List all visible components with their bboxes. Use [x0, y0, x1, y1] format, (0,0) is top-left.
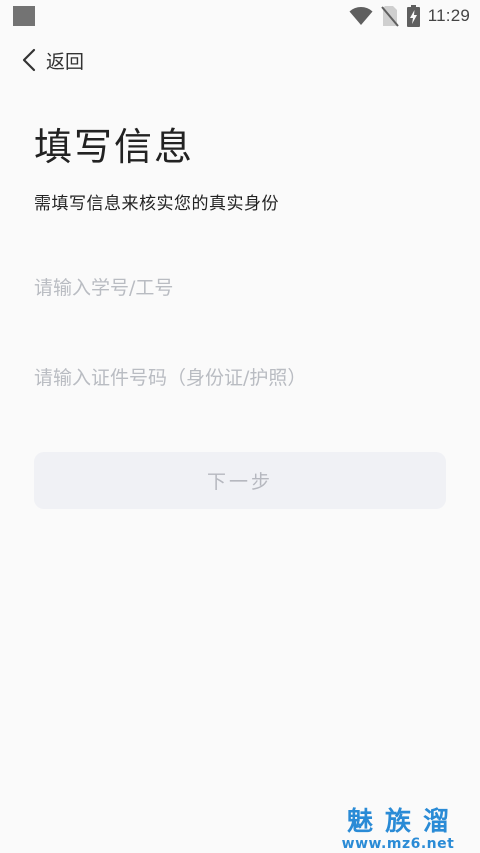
chevron-left-icon	[22, 48, 36, 72]
back-label: 返回	[46, 50, 85, 73]
watermark-text: 魅族溜	[346, 807, 461, 837]
notification-icon	[13, 6, 35, 26]
battery-charging-icon	[406, 5, 420, 27]
no-sim-icon	[380, 6, 399, 27]
wifi-icon	[349, 7, 373, 25]
page-title: 填写信息	[34, 125, 195, 169]
status-time: 11:29	[427, 6, 470, 25]
back-button[interactable]: 返回	[22, 44, 84, 76]
watermark-logo: 魅族溜 www.mz6.net	[338, 808, 458, 852]
student-id-input[interactable]	[34, 268, 446, 308]
next-button[interactable]: 下一步	[34, 452, 446, 509]
status-icons: 11:29	[349, 4, 470, 28]
watermark-url: www.mz6.net	[341, 836, 455, 852]
id-document-input[interactable]	[34, 358, 446, 398]
page-subtitle: 需填写信息来核实您的真实身份	[34, 194, 279, 214]
status-bar: 11:29	[0, 0, 480, 32]
